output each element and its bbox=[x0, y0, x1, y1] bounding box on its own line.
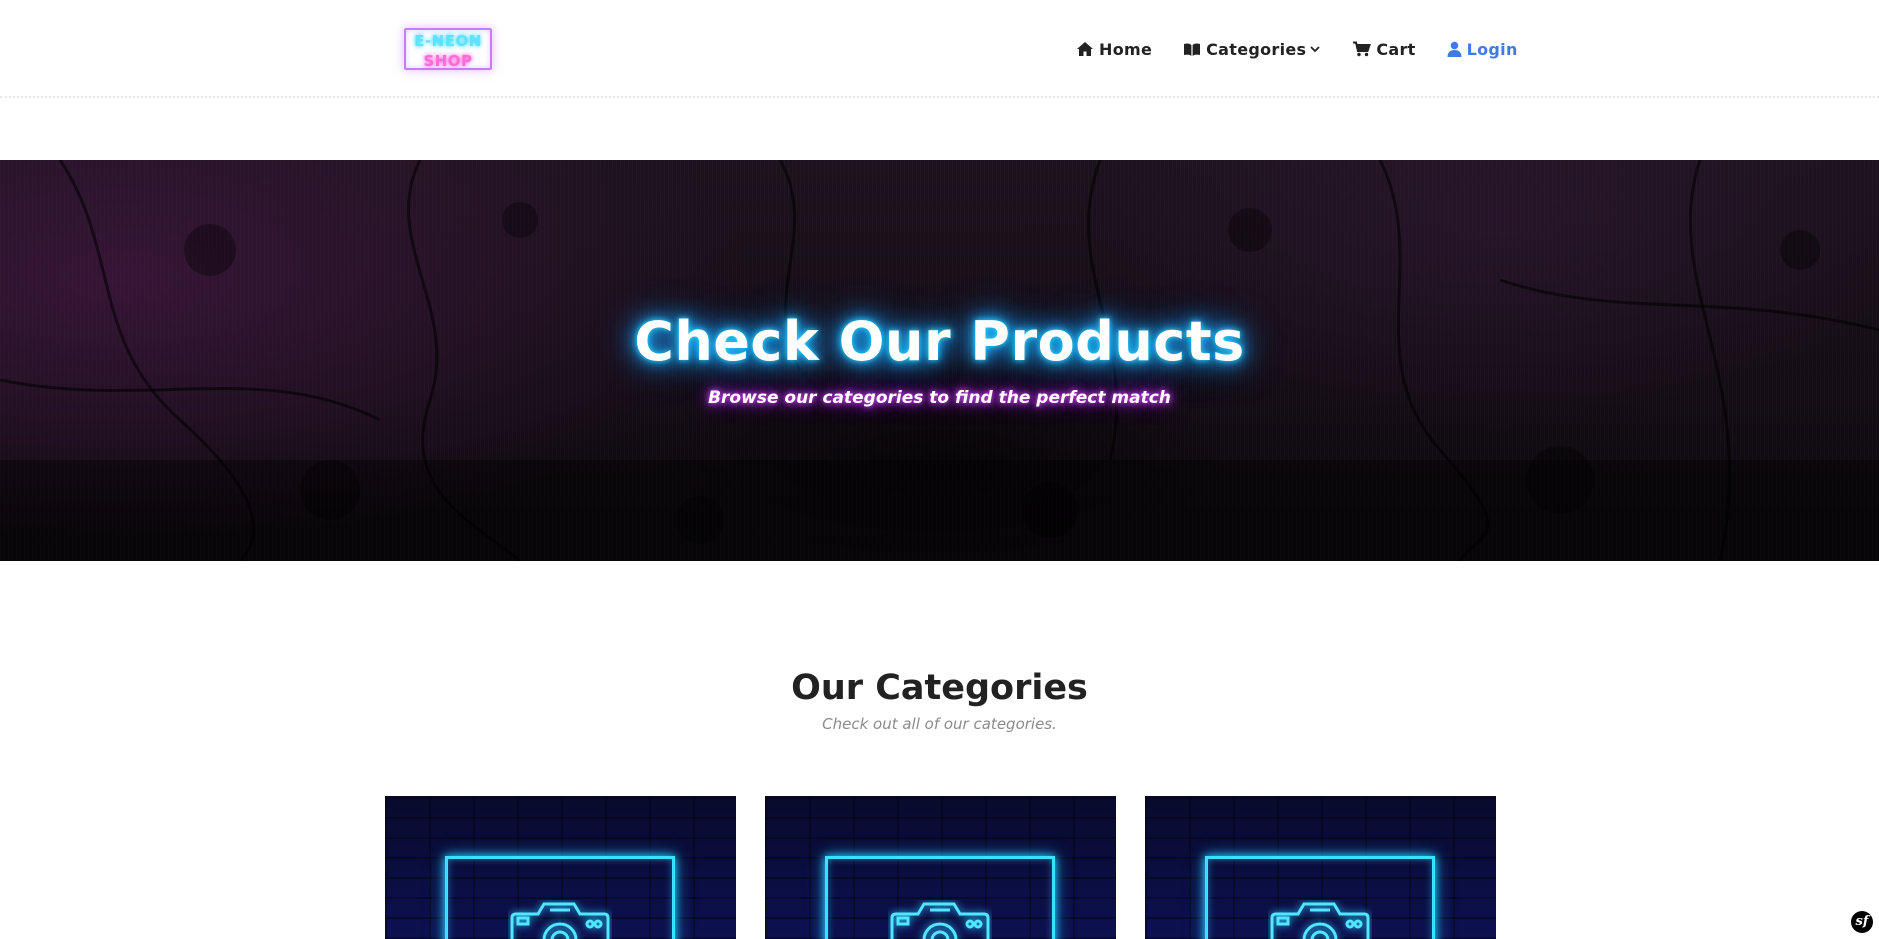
nav-login[interactable]: Login bbox=[1447, 40, 1518, 59]
logo-line-2: SHOP bbox=[423, 52, 473, 70]
category-card[interactable] bbox=[765, 796, 1116, 939]
categories-subtitle: Check out all of our categories. bbox=[822, 715, 1057, 733]
home-icon bbox=[1077, 42, 1093, 56]
site-header: E-NEON SHOP Home Categories Cart Login bbox=[0, 0, 1879, 98]
category-card[interactable] bbox=[385, 796, 736, 939]
chevron-down-icon bbox=[1310, 46, 1320, 53]
site-logo[interactable]: E-NEON SHOP bbox=[404, 28, 492, 70]
hero-banner: Check Our Products Browse our categories… bbox=[0, 160, 1879, 561]
user-icon bbox=[1447, 41, 1462, 57]
categories-title: Our Categories bbox=[791, 668, 1088, 708]
cart-icon bbox=[1353, 41, 1372, 57]
symfony-icon[interactable]: sf bbox=[1851, 911, 1873, 933]
nav-cart[interactable]: Cart bbox=[1352, 40, 1415, 59]
logo-line-1: E-NEON bbox=[414, 32, 482, 50]
nav-home[interactable]: Home bbox=[1076, 40, 1152, 59]
nav-cart-label: Cart bbox=[1376, 39, 1416, 59]
nav-categories[interactable]: Categories bbox=[1183, 40, 1321, 59]
hero-subtitle: Browse our categories to find the perfec… bbox=[708, 388, 1171, 408]
camera-icon bbox=[510, 902, 610, 939]
camera-icon bbox=[890, 902, 990, 939]
nav-categories-label: Categories bbox=[1206, 39, 1307, 59]
nav-home-label: Home bbox=[1099, 39, 1153, 59]
main-nav: Home Categories Cart Login bbox=[1076, 36, 1518, 62]
hero-title: Check Our Products bbox=[634, 310, 1245, 373]
nav-login-label: Login bbox=[1466, 39, 1518, 59]
book-open-icon bbox=[1184, 42, 1201, 56]
category-card[interactable] bbox=[1145, 796, 1496, 939]
camera-icon bbox=[1270, 902, 1370, 939]
